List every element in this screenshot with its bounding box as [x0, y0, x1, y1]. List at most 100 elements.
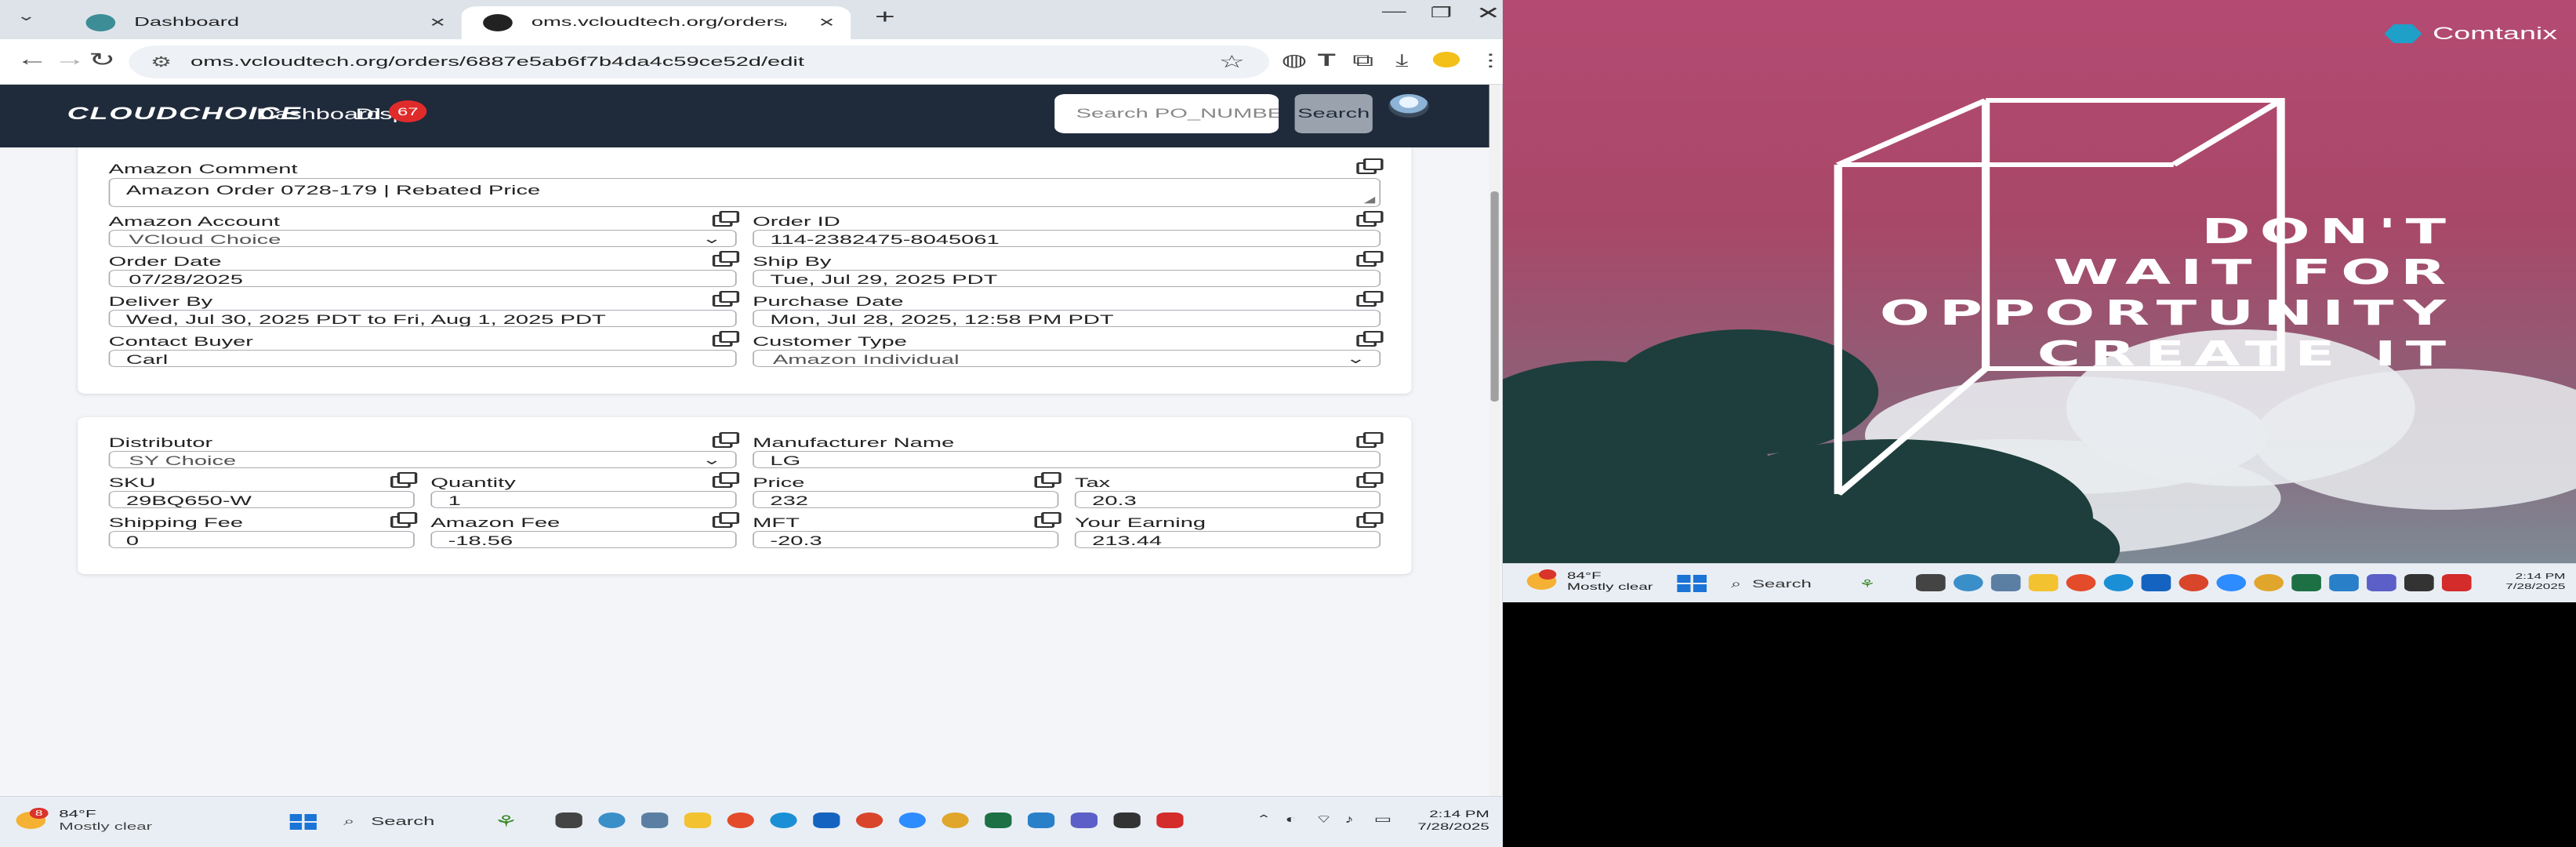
taskbar-search[interactable]: ⌕ Search ⚘ [1714, 571, 1888, 596]
zoom-icon[interactable] [898, 812, 926, 828]
weather-widget-right[interactable]: 84°F Mostly clear [1526, 569, 1653, 592]
amazon-fee-input[interactable]: -18.56 [430, 531, 737, 548]
chevron-down-icon: ⌄ [701, 452, 722, 467]
weather-widget[interactable]: 8 84°F Mostly clear [16, 808, 152, 833]
edge-icon[interactable] [2103, 574, 2134, 591]
price-input[interactable]: 232 [753, 491, 1059, 508]
app-icon[interactable] [2329, 574, 2359, 591]
excel-icon[interactable] [985, 812, 1012, 828]
customer-type-select[interactable]: Amazon Individual ⌄ [753, 350, 1381, 367]
your-earning-input[interactable]: 213.44 [1074, 531, 1381, 548]
copy-icon[interactable] [1034, 472, 1061, 488]
task-view-icon[interactable] [555, 812, 582, 828]
app-icon[interactable] [598, 812, 626, 828]
tax-input[interactable]: 20.3 [1074, 491, 1381, 508]
copy-icon[interactable] [390, 512, 418, 528]
brand-name: Comtanix [2433, 24, 2558, 43]
app-icon[interactable] [1953, 574, 1983, 591]
copy-icon[interactable] [712, 211, 740, 227]
sku-input[interactable]: 29BQ650-W [108, 491, 415, 508]
edge-icon[interactable] [770, 812, 797, 828]
order-id-value: 114-2382475-8045061 [770, 232, 1000, 247]
copy-icon[interactable] [1356, 512, 1384, 528]
copy-icon[interactable] [1356, 331, 1384, 347]
contact-buyer-input[interactable]: Carl [108, 350, 737, 367]
copy-icon[interactable] [1034, 512, 1061, 528]
search-button[interactable]: Search [1294, 94, 1373, 133]
chrome-icon[interactable] [727, 812, 754, 828]
sticky-notes-icon[interactable] [2404, 574, 2434, 591]
copy-icon[interactable] [712, 472, 740, 488]
shipping-fee-input[interactable]: 0 [108, 531, 415, 548]
copy-icon[interactable] [1356, 291, 1384, 307]
order-id-input[interactable]: 114-2382475-8045061 [753, 230, 1381, 247]
taskbar-clock-right[interactable]: 2:14 PM 7/28/2025 [2505, 572, 2565, 592]
show-hidden-icons[interactable]: ⌃ [1256, 812, 1272, 826]
quantity-input[interactable]: 1 [430, 491, 737, 508]
start-button[interactable] [289, 814, 317, 830]
distributor-value: SY Choice [129, 453, 237, 468]
user-avatar[interactable] [1388, 94, 1429, 118]
copy-icon[interactable] [1356, 158, 1384, 174]
chrome-profile-icon[interactable] [2254, 574, 2284, 591]
taskbar-clock[interactable]: 2:14 PM 7/28/2025 [1395, 808, 1489, 833]
amazon-account-select[interactable]: VCloud Choice ⌄ [108, 230, 737, 247]
calculator-icon[interactable] [641, 812, 669, 828]
manufacturer-input[interactable]: LG [753, 451, 1381, 468]
wifi-icon[interactable]: ⌔ [1315, 812, 1333, 827]
chrome-icon[interactable] [2066, 574, 2096, 591]
po-search-input[interactable] [1054, 94, 1279, 133]
start-button[interactable] [1677, 575, 1707, 592]
copy-icon[interactable] [390, 472, 418, 488]
file-explorer-icon[interactable] [2028, 574, 2059, 591]
copy-icon[interactable] [712, 251, 740, 267]
excel-icon[interactable] [2291, 574, 2321, 591]
chrome-profile-icon[interactable] [2179, 574, 2209, 591]
deliver-by-input[interactable]: Wed, Jul 30, 2025 PDT to Fri, Aug 1, 202… [108, 310, 737, 327]
copy-icon[interactable] [712, 512, 740, 528]
distributor-select[interactable]: SY Choice ⌄ [108, 451, 737, 468]
tray-app-icon[interactable]: ◐ [1286, 812, 1297, 825]
acrobat-icon[interactable] [2441, 574, 2472, 591]
app-icon[interactable] [1028, 812, 1055, 828]
volume-icon[interactable]: ♪ [1344, 812, 1354, 825]
purchase-date-input[interactable]: Mon, Jul 28, 2025, 12:58 PM PDT [753, 310, 1381, 327]
distributor-label: Distributor [108, 435, 213, 450]
ship-by-input[interactable]: Tue, Jul 29, 2025 PDT [753, 270, 1381, 287]
acrobat-icon[interactable] [1156, 812, 1184, 828]
copy-icon[interactable] [1356, 432, 1384, 448]
ship-by-label: Ship By [753, 254, 832, 269]
amazon-fee-label: Amazon Fee [430, 515, 561, 530]
tax-value: 20.3 [1092, 493, 1137, 508]
amazon-comment-textarea[interactable]: Amazon Order 0728-179 | Rebated Price ◢ [108, 178, 1381, 207]
clock-time: 2:14 PM [2515, 573, 2566, 581]
task-view-icon[interactable] [1916, 574, 1946, 591]
scrollbar-thumb[interactable] [1490, 191, 1499, 402]
copy-icon[interactable] [712, 432, 740, 448]
outlook-icon[interactable] [813, 812, 840, 828]
chrome-profile-icon[interactable] [942, 812, 969, 828]
copy-icon[interactable] [712, 291, 740, 307]
copy-icon[interactable] [1356, 251, 1384, 267]
mft-input[interactable]: -20.3 [753, 531, 1059, 548]
chrome-profile-icon[interactable] [855, 812, 883, 828]
battery-icon[interactable]: ▭ [1374, 812, 1392, 826]
order-date-input[interactable]: 07/28/2025 [108, 270, 737, 287]
copy-icon[interactable] [1356, 472, 1384, 488]
weather-desc: Mostly clear [59, 820, 153, 832]
quantity-value: 1 [448, 493, 461, 508]
resize-grip-icon[interactable]: ◢ [1364, 194, 1375, 205]
teams-icon[interactable] [1070, 812, 1098, 828]
disputes-count-badge: 67 [389, 100, 427, 122]
sticky-notes-icon[interactable] [1113, 812, 1141, 828]
page-scrollbar[interactable] [1489, 85, 1500, 796]
copy-icon[interactable] [1356, 211, 1384, 227]
teams-icon[interactable] [2367, 574, 2396, 591]
file-explorer-icon[interactable] [684, 812, 712, 828]
copy-icon[interactable] [712, 331, 740, 347]
taskbar-search-label: Search [371, 814, 435, 828]
calculator-icon[interactable] [1990, 574, 2021, 591]
taskbar-search[interactable]: ⌕ Search ⚘ [328, 808, 529, 834]
zoom-icon[interactable] [2216, 574, 2247, 591]
outlook-icon[interactable] [2141, 574, 2171, 591]
